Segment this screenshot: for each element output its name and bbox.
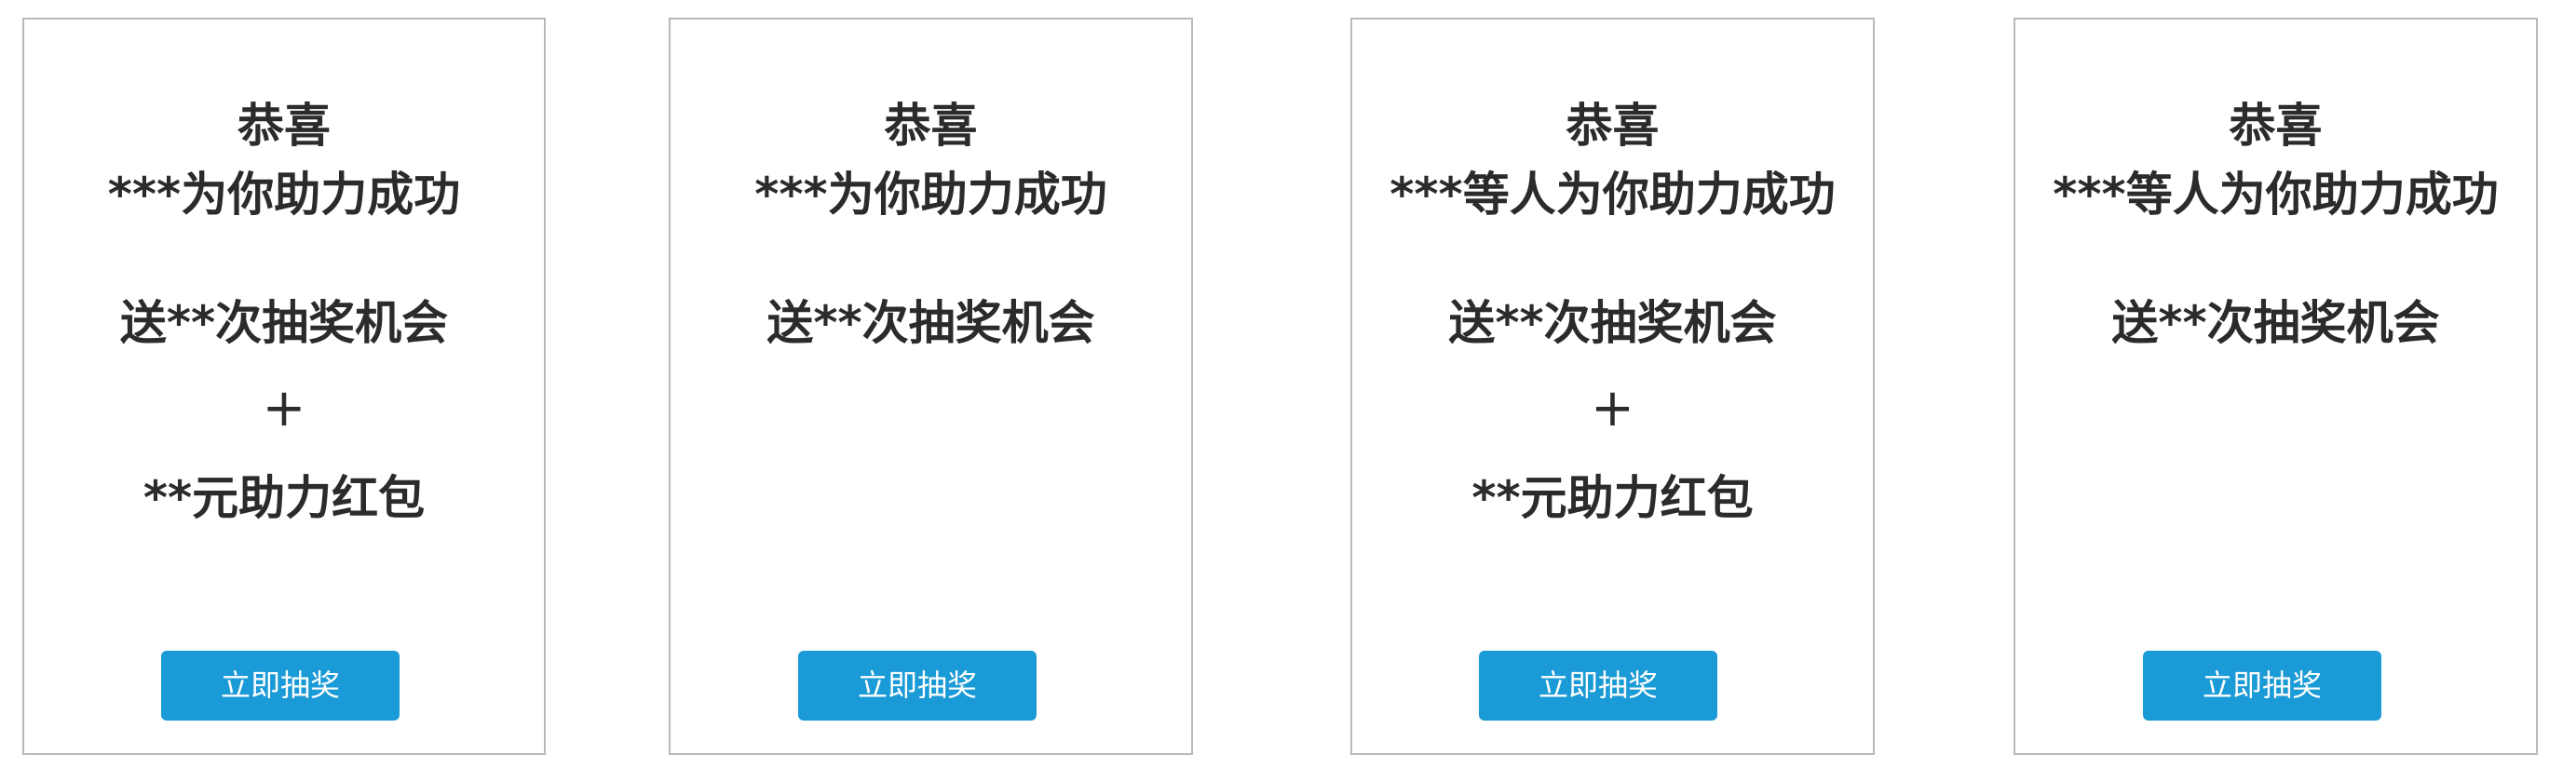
- success-card-single-helper: 恭喜 ***为你助力成功 送**次抽奖机会 立即抽奖: [669, 18, 1193, 755]
- helper-success-text: ***等人为你助力成功: [1390, 168, 1836, 222]
- helper-success-text: ***为你助力成功: [754, 168, 1107, 222]
- draw-chances-text: 送**次抽奖机会: [2111, 296, 2440, 350]
- plus-sign: +: [1591, 378, 1634, 438]
- draw-now-button[interactable]: 立即抽奖: [1479, 651, 1717, 721]
- congrats-title: 恭喜: [2229, 99, 2323, 153]
- helper-success-text: ***为你助力成功: [107, 168, 461, 222]
- congrats-title: 恭喜: [237, 99, 331, 153]
- success-card-single-helper-with-red-packet: 恭喜 ***为你助力成功 送**次抽奖机会 + **元助力红包 立即抽奖: [22, 18, 546, 755]
- draw-now-button[interactable]: 立即抽奖: [161, 651, 400, 721]
- red-packet-text: **元助力红包: [142, 471, 426, 525]
- congrats-title: 恭喜: [884, 99, 978, 153]
- draw-now-button[interactable]: 立即抽奖: [2143, 651, 2381, 721]
- draw-chances-text: 送**次抽奖机会: [119, 296, 449, 350]
- plus-sign: +: [262, 378, 306, 438]
- draw-chances-text: 送**次抽奖机会: [1448, 296, 1777, 350]
- congrats-title: 恭喜: [1566, 99, 1660, 153]
- success-card-multi-helper-with-red-packet: 恭喜 ***等人为你助力成功 送**次抽奖机会 + **元助力红包 立即抽奖: [1350, 18, 1875, 755]
- draw-now-button[interactable]: 立即抽奖: [798, 651, 1037, 721]
- red-packet-text: **元助力红包: [1471, 471, 1754, 525]
- helper-success-text: ***等人为你助力成功: [2053, 168, 2499, 222]
- success-card-multi-helper: 恭喜 ***等人为你助力成功 送**次抽奖机会 立即抽奖: [2013, 18, 2538, 755]
- draw-chances-text: 送**次抽奖机会: [766, 296, 1095, 350]
